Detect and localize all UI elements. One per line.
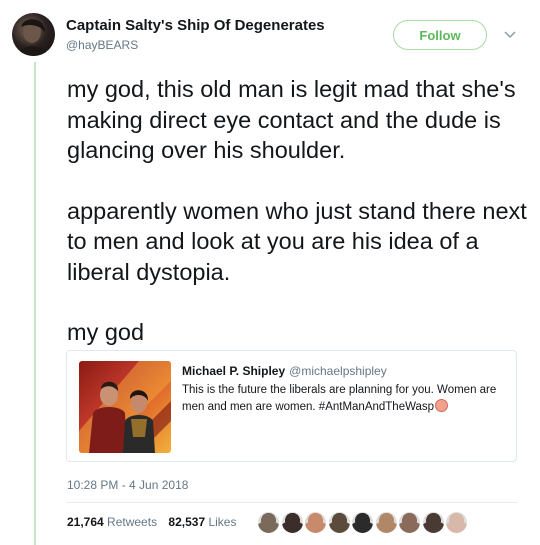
liker-avatar[interactable] bbox=[304, 511, 327, 534]
quoted-author[interactable]: Michael P. Shipley @michaelpshipley bbox=[182, 364, 387, 378]
avatar[interactable] bbox=[12, 13, 55, 56]
tweet-text: my god, this old man is legit mad that s… bbox=[67, 74, 527, 348]
likes-count[interactable]: 82,537 bbox=[168, 515, 205, 529]
liker-avatar[interactable] bbox=[280, 511, 304, 534]
stats-divider bbox=[66, 502, 518, 503]
quoted-author-name[interactable]: Michael P. Shipley bbox=[182, 364, 285, 378]
liker-avatar[interactable] bbox=[257, 511, 280, 534]
quoted-tweet[interactable]: Michael P. Shipley @michaelpshipley This … bbox=[66, 350, 517, 462]
tweet-paragraph: apparently women who just stand there ne… bbox=[67, 197, 527, 285]
tweet-paragraph: my god, this old man is legit mad that s… bbox=[67, 76, 516, 163]
author-handle[interactable]: @hayBEARS bbox=[66, 38, 138, 52]
chevron-down-icon[interactable] bbox=[504, 30, 516, 40]
woman-emoji-icon bbox=[435, 399, 449, 412]
tweet-timestamp[interactable]: 10:28 PM - 4 Jun 2018 bbox=[67, 478, 188, 492]
liker-avatar[interactable] bbox=[398, 511, 421, 534]
tweet-paragraph: my god bbox=[67, 319, 145, 345]
liker-avatars bbox=[257, 511, 469, 535]
thread-line bbox=[34, 62, 36, 545]
quoted-author-handle[interactable]: @michaelpshipley bbox=[289, 364, 387, 378]
retweets-label[interactable]: Retweets bbox=[107, 515, 157, 529]
liker-avatar[interactable] bbox=[327, 511, 351, 534]
author-display-name[interactable]: Captain Salty's Ship Of Degenerates bbox=[66, 17, 325, 34]
quoted-tweet-image[interactable] bbox=[79, 361, 171, 453]
movie-poster-icon bbox=[79, 361, 171, 453]
follow-button[interactable]: Follow bbox=[393, 20, 487, 50]
quoted-tweet-body: This is the future the liberals are plan… bbox=[182, 384, 497, 413]
tweet-stats: 21,764 Retweets 82,537 Likes bbox=[67, 515, 236, 529]
profile-photo-icon bbox=[18, 19, 49, 56]
quoted-tweet-text: This is the future the liberals are plan… bbox=[182, 382, 502, 416]
liker-avatar[interactable] bbox=[351, 511, 374, 534]
likes-label[interactable]: Likes bbox=[208, 515, 236, 529]
retweets-count[interactable]: 21,764 bbox=[67, 515, 104, 529]
liker-avatar[interactable] bbox=[421, 511, 445, 534]
liker-avatar[interactable] bbox=[374, 511, 398, 534]
liker-avatar[interactable] bbox=[445, 511, 468, 534]
